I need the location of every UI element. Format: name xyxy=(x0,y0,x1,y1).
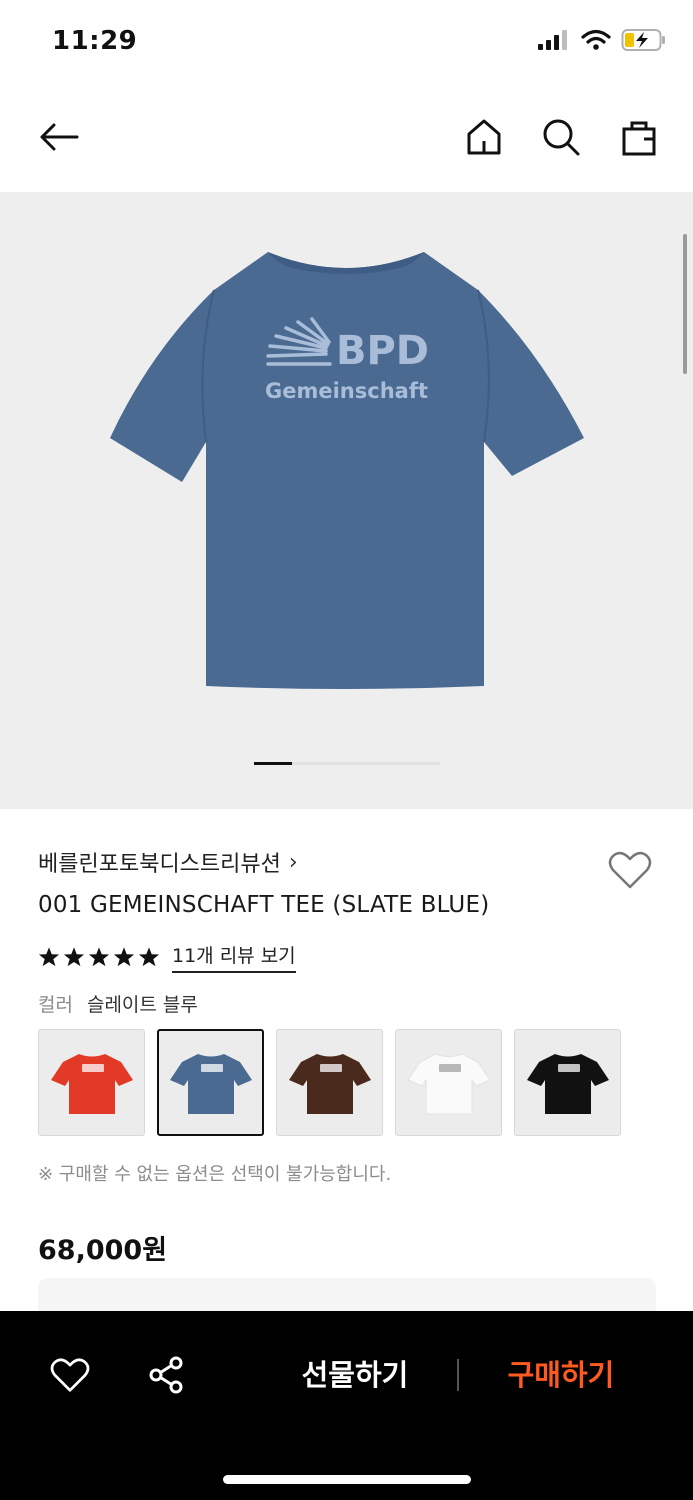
rating-row: 11개 리뷰 보기 xyxy=(38,940,658,974)
color-swatches xyxy=(38,1029,658,1136)
bottom-action-bar: 선물하기 구매하기 xyxy=(0,1311,693,1500)
color-swatch[interactable] xyxy=(514,1029,621,1136)
swatch-tee-thumbnail xyxy=(169,1053,252,1114)
product-image-carousel[interactable]: BPD Gemeinschaft xyxy=(0,192,693,809)
swatch-tee-thumbnail xyxy=(526,1053,609,1114)
star-icon xyxy=(88,947,110,967)
carousel-indicator xyxy=(254,762,440,765)
chevron-right-icon: › xyxy=(288,849,298,875)
rating-stars xyxy=(38,946,160,968)
product-info: 베를린포토북디스트리뷰션 › 001 GEMEINSCHAFT TEE (SLA… xyxy=(38,840,658,1267)
shirt-print-gemeinschaft: Gemeinschaft xyxy=(265,379,428,403)
review-link[interactable]: 11개 리뷰 보기 xyxy=(172,941,296,973)
search-button[interactable] xyxy=(536,112,586,162)
cart-button[interactable] xyxy=(614,112,664,162)
color-swatch[interactable] xyxy=(38,1029,145,1136)
product-title: 001 GEMEINSCHAFT TEE (SLATE BLUE) xyxy=(38,892,490,918)
arrow-left-icon xyxy=(40,123,79,151)
swatch-tee-thumbnail xyxy=(406,1052,491,1114)
status-icons xyxy=(537,28,667,52)
product-image: BPD Gemeinschaft xyxy=(110,252,584,689)
top-nav xyxy=(0,96,693,178)
wifi-icon xyxy=(581,29,611,50)
color-swatch[interactable] xyxy=(395,1029,502,1136)
home-icon xyxy=(467,119,501,155)
option-notice: ※ 구매할 수 없는 옵션은 선택이 불가능합니다. xyxy=(38,1164,392,1185)
swatch-tee-thumbnail xyxy=(288,1053,371,1114)
color-label: 컬러 xyxy=(38,994,73,1016)
carousel-indicator-active xyxy=(254,762,292,765)
share-button[interactable] xyxy=(144,1353,188,1397)
color-swatch[interactable] xyxy=(276,1029,383,1136)
star-icon xyxy=(38,947,60,967)
page-scrollbar[interactable] xyxy=(683,234,687,374)
home-indicator[interactable] xyxy=(223,1475,471,1484)
wishlist-button[interactable] xyxy=(606,848,654,892)
buy-button[interactable]: 구매하기 xyxy=(490,1349,632,1401)
gift-button[interactable]: 선물하기 xyxy=(284,1349,426,1401)
brand-name: 베를린포토북디스트리뷰션 xyxy=(38,852,281,877)
color-row: 컬러 슬레이트 블루 xyxy=(38,990,658,1017)
shirt-print-bpd: BPD xyxy=(336,328,429,374)
battery-charging-icon xyxy=(621,29,665,51)
cellular-signal-icon xyxy=(538,30,567,50)
back-button[interactable] xyxy=(34,112,84,162)
bar-divider xyxy=(457,1359,459,1391)
status-bar: 11:29 xyxy=(0,0,693,84)
share-icon xyxy=(149,1356,183,1394)
heart-icon xyxy=(608,851,652,889)
like-button[interactable] xyxy=(48,1353,92,1397)
star-icon xyxy=(138,947,160,967)
color-swatch[interactable] xyxy=(157,1029,264,1136)
star-icon xyxy=(63,947,85,967)
shopping-bag-icon xyxy=(622,121,656,156)
color-value: 슬레이트 블루 xyxy=(86,994,198,1016)
heart-icon xyxy=(50,1358,90,1392)
brand-link[interactable]: 베를린포토북디스트리뷰션 › xyxy=(38,840,658,884)
home-button[interactable] xyxy=(459,112,509,162)
product-price: 68,000원 xyxy=(38,1235,168,1266)
swatch-tee-thumbnail xyxy=(50,1053,133,1114)
star-icon xyxy=(113,947,135,967)
status-time: 11:29 xyxy=(52,26,138,56)
search-icon xyxy=(543,119,580,156)
